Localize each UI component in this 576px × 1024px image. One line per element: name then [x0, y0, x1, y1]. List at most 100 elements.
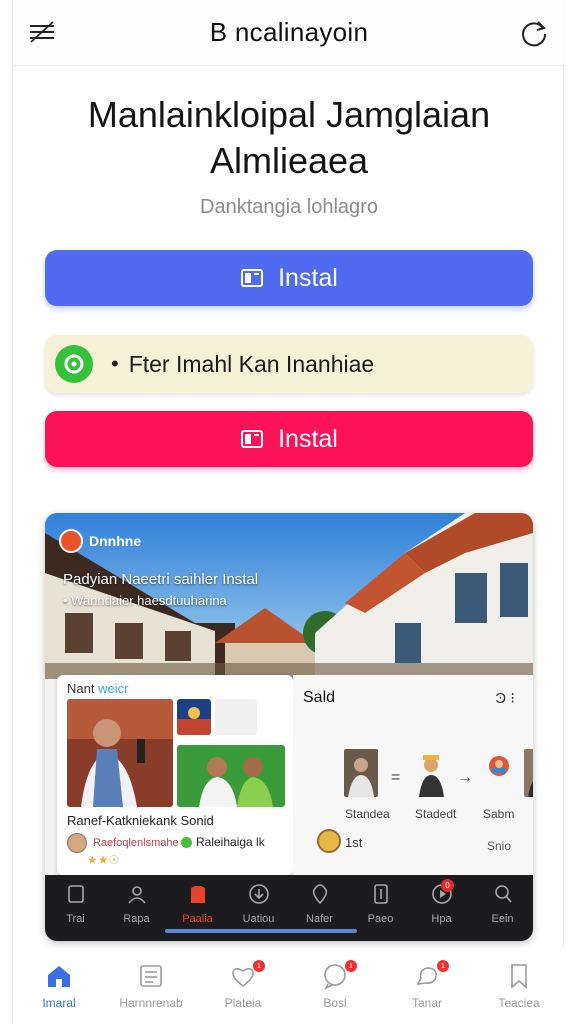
- brand-logo-icon: [59, 529, 83, 553]
- author-avatar: [67, 833, 87, 853]
- preview-tab-label: Paalia: [182, 913, 213, 925]
- online-dot-icon: [181, 836, 192, 848]
- notification-badge: 1: [345, 960, 357, 972]
- preview-tab-label: Hpa: [431, 913, 452, 925]
- nav-label: Bosl: [323, 996, 347, 1010]
- feed-title-a: Nant: [67, 681, 95, 696]
- preview-brand: Dnnhne: [59, 529, 141, 553]
- install-button-primary-label: Instal: [278, 263, 338, 292]
- nav-item-teaciea[interactable]: Teaciea: [473, 948, 565, 1024]
- list-item-3[interactable]: [479, 755, 519, 782]
- frame-icon: [67, 885, 84, 903]
- secondary-author-name: Raleihaiga lk: [196, 835, 265, 849]
- feed-secondary-author: Raleihaiga lk: [181, 835, 265, 849]
- menu-icon[interactable]: [27, 18, 57, 48]
- list-item-1[interactable]: [341, 749, 381, 802]
- list-icon: [140, 965, 162, 987]
- refresh-icon[interactable]: [519, 18, 549, 48]
- headline-line-2: Almlieaea: [209, 140, 369, 181]
- feed-author-row[interactable]: Raefoqlenlsmahe: [67, 833, 179, 853]
- equals-symbol: =: [391, 769, 401, 786]
- list-label-3: Sabm: [483, 807, 515, 821]
- preview-list-panel[interactable]: Sald Ͽ ⁝ = → Standea Stadedt Sabm 1st Sn…: [293, 675, 533, 875]
- notification-badge: 0: [441, 879, 454, 892]
- feed-caption: Ranef-Katkniekank Sonid: [67, 813, 214, 828]
- list-footer-left: 1st: [345, 835, 363, 850]
- hero-title: Padyian Naeetri saihler Instal: [63, 571, 259, 588]
- nav-item-tanar[interactable]: 1 Tanar: [381, 948, 473, 1024]
- brand-name: Dnnhne: [89, 533, 142, 549]
- notification-badge: 1: [437, 960, 449, 972]
- preview-tab-label: Nafer: [306, 913, 333, 925]
- page-subtitle: Danktangia lohlagro: [200, 196, 378, 218]
- preview-tab-hpa[interactable]: 0 Hpa: [411, 875, 472, 941]
- preview-scrollbar[interactable]: [165, 929, 357, 933]
- nav-label: Harnnrenab: [119, 996, 183, 1010]
- nav-item-list[interactable]: Harnnrenab: [105, 948, 197, 1024]
- preview-tab-label: Eein: [491, 913, 514, 925]
- feed-title: Nant weicr: [67, 681, 128, 696]
- nav-label: Imaral: [42, 996, 76, 1010]
- shirt-icon: [190, 886, 205, 903]
- list-label-2: Stadedt: [415, 807, 457, 821]
- preview-tab-eein[interactable]: Eein: [472, 875, 533, 941]
- list-item-4[interactable]: [521, 749, 533, 802]
- arrow-symbol: →: [457, 769, 473, 786]
- list-label-1: Standea: [345, 807, 390, 821]
- bottom-nav: Imaral Harnnrenab 1 Plateia 1 Bosl 1 Tan…: [13, 948, 565, 1024]
- preview-tab-label: Uatiou: [242, 913, 275, 925]
- nav-label: Plateia: [224, 996, 262, 1010]
- preview-tab-paeo[interactable]: Paeo: [350, 875, 411, 941]
- user-icon: [127, 886, 146, 904]
- person-thumb-2: [414, 749, 448, 797]
- install-button-secondary[interactable]: Instal: [45, 411, 533, 467]
- page-headline: Manlainkloipal Jamglaian Almlieaea: [13, 92, 565, 184]
- rating-stars: ★★☉: [87, 853, 120, 867]
- preview-tab-label: Trai: [66, 913, 85, 925]
- person-thumb-1: [344, 749, 378, 797]
- nav-item-plateia[interactable]: 1 Plateia: [197, 948, 289, 1024]
- nav-label: Teaciea: [498, 996, 540, 1010]
- install-button-primary[interactable]: Instal: [45, 250, 533, 306]
- download-circle-icon: [248, 884, 269, 904]
- notice-text: Fter Imahl Kan Inanhiae: [128, 350, 375, 377]
- preview-tab-trai[interactable]: Trai: [45, 875, 106, 941]
- feed-photo-main[interactable]: [67, 699, 173, 807]
- app-preview-card[interactable]: Dnnhne Padyian Naeetri saihler Instal • …: [45, 513, 533, 941]
- preview-tab-label: Rapa: [123, 913, 150, 925]
- list-item-2[interactable]: [411, 749, 451, 802]
- headline-line-1: Manlainkloipal Jamglaian: [87, 94, 491, 135]
- avatar-thumb-3: [489, 756, 509, 776]
- preview-feed-panel[interactable]: Nant weicr Ranef-Katkniekank Sonid Raefo…: [57, 675, 293, 875]
- notice-bullet: •: [111, 351, 119, 376]
- feed-photo-placeholder: [215, 699, 257, 735]
- list-title: Sald: [303, 689, 336, 706]
- nav-item-bosl[interactable]: 1 Bosl: [289, 948, 381, 1024]
- person-thumb-4: [524, 749, 533, 797]
- bookmark-icon: [511, 964, 527, 989]
- nav-label: Tanar: [411, 996, 443, 1010]
- search-icon: [494, 885, 512, 903]
- top-bar: B ncalinayoin: [13, 0, 565, 66]
- flower-avatar: [317, 829, 341, 853]
- author-name: Raefoqlenlsmahe: [93, 837, 179, 849]
- install-icon: [241, 430, 264, 448]
- install-icon: [241, 269, 264, 287]
- notice-banner[interactable]: • Fter Imahl Kan Inanhiae: [45, 335, 533, 393]
- preview-tab-label: Paeo: [367, 913, 394, 925]
- hero-subtitle: • Wanndaier haesdtuuharina: [63, 593, 227, 608]
- more-options-icon[interactable]: Ͽ ⁝: [495, 689, 515, 707]
- app-screen: B ncalinayoin Manlainkloipal Jamglaian A…: [12, 0, 565, 1024]
- feed-photo-small[interactable]: [177, 699, 211, 735]
- preview-tab-rapa[interactable]: Rapa: [106, 875, 167, 941]
- chat-badge-icon: [55, 345, 93, 383]
- nav-item-home[interactable]: Imaral: [13, 948, 105, 1024]
- feed-title-b: weicr: [98, 681, 129, 696]
- feed-photo-group[interactable]: [177, 745, 285, 807]
- list-footer-right: Snio: [486, 839, 511, 853]
- app-title: B ncalinayoin: [209, 17, 369, 47]
- home-icon: [48, 966, 70, 987]
- document-icon: [373, 884, 388, 904]
- notification-badge: 1: [253, 960, 265, 972]
- install-button-secondary-label: Instal: [278, 424, 338, 453]
